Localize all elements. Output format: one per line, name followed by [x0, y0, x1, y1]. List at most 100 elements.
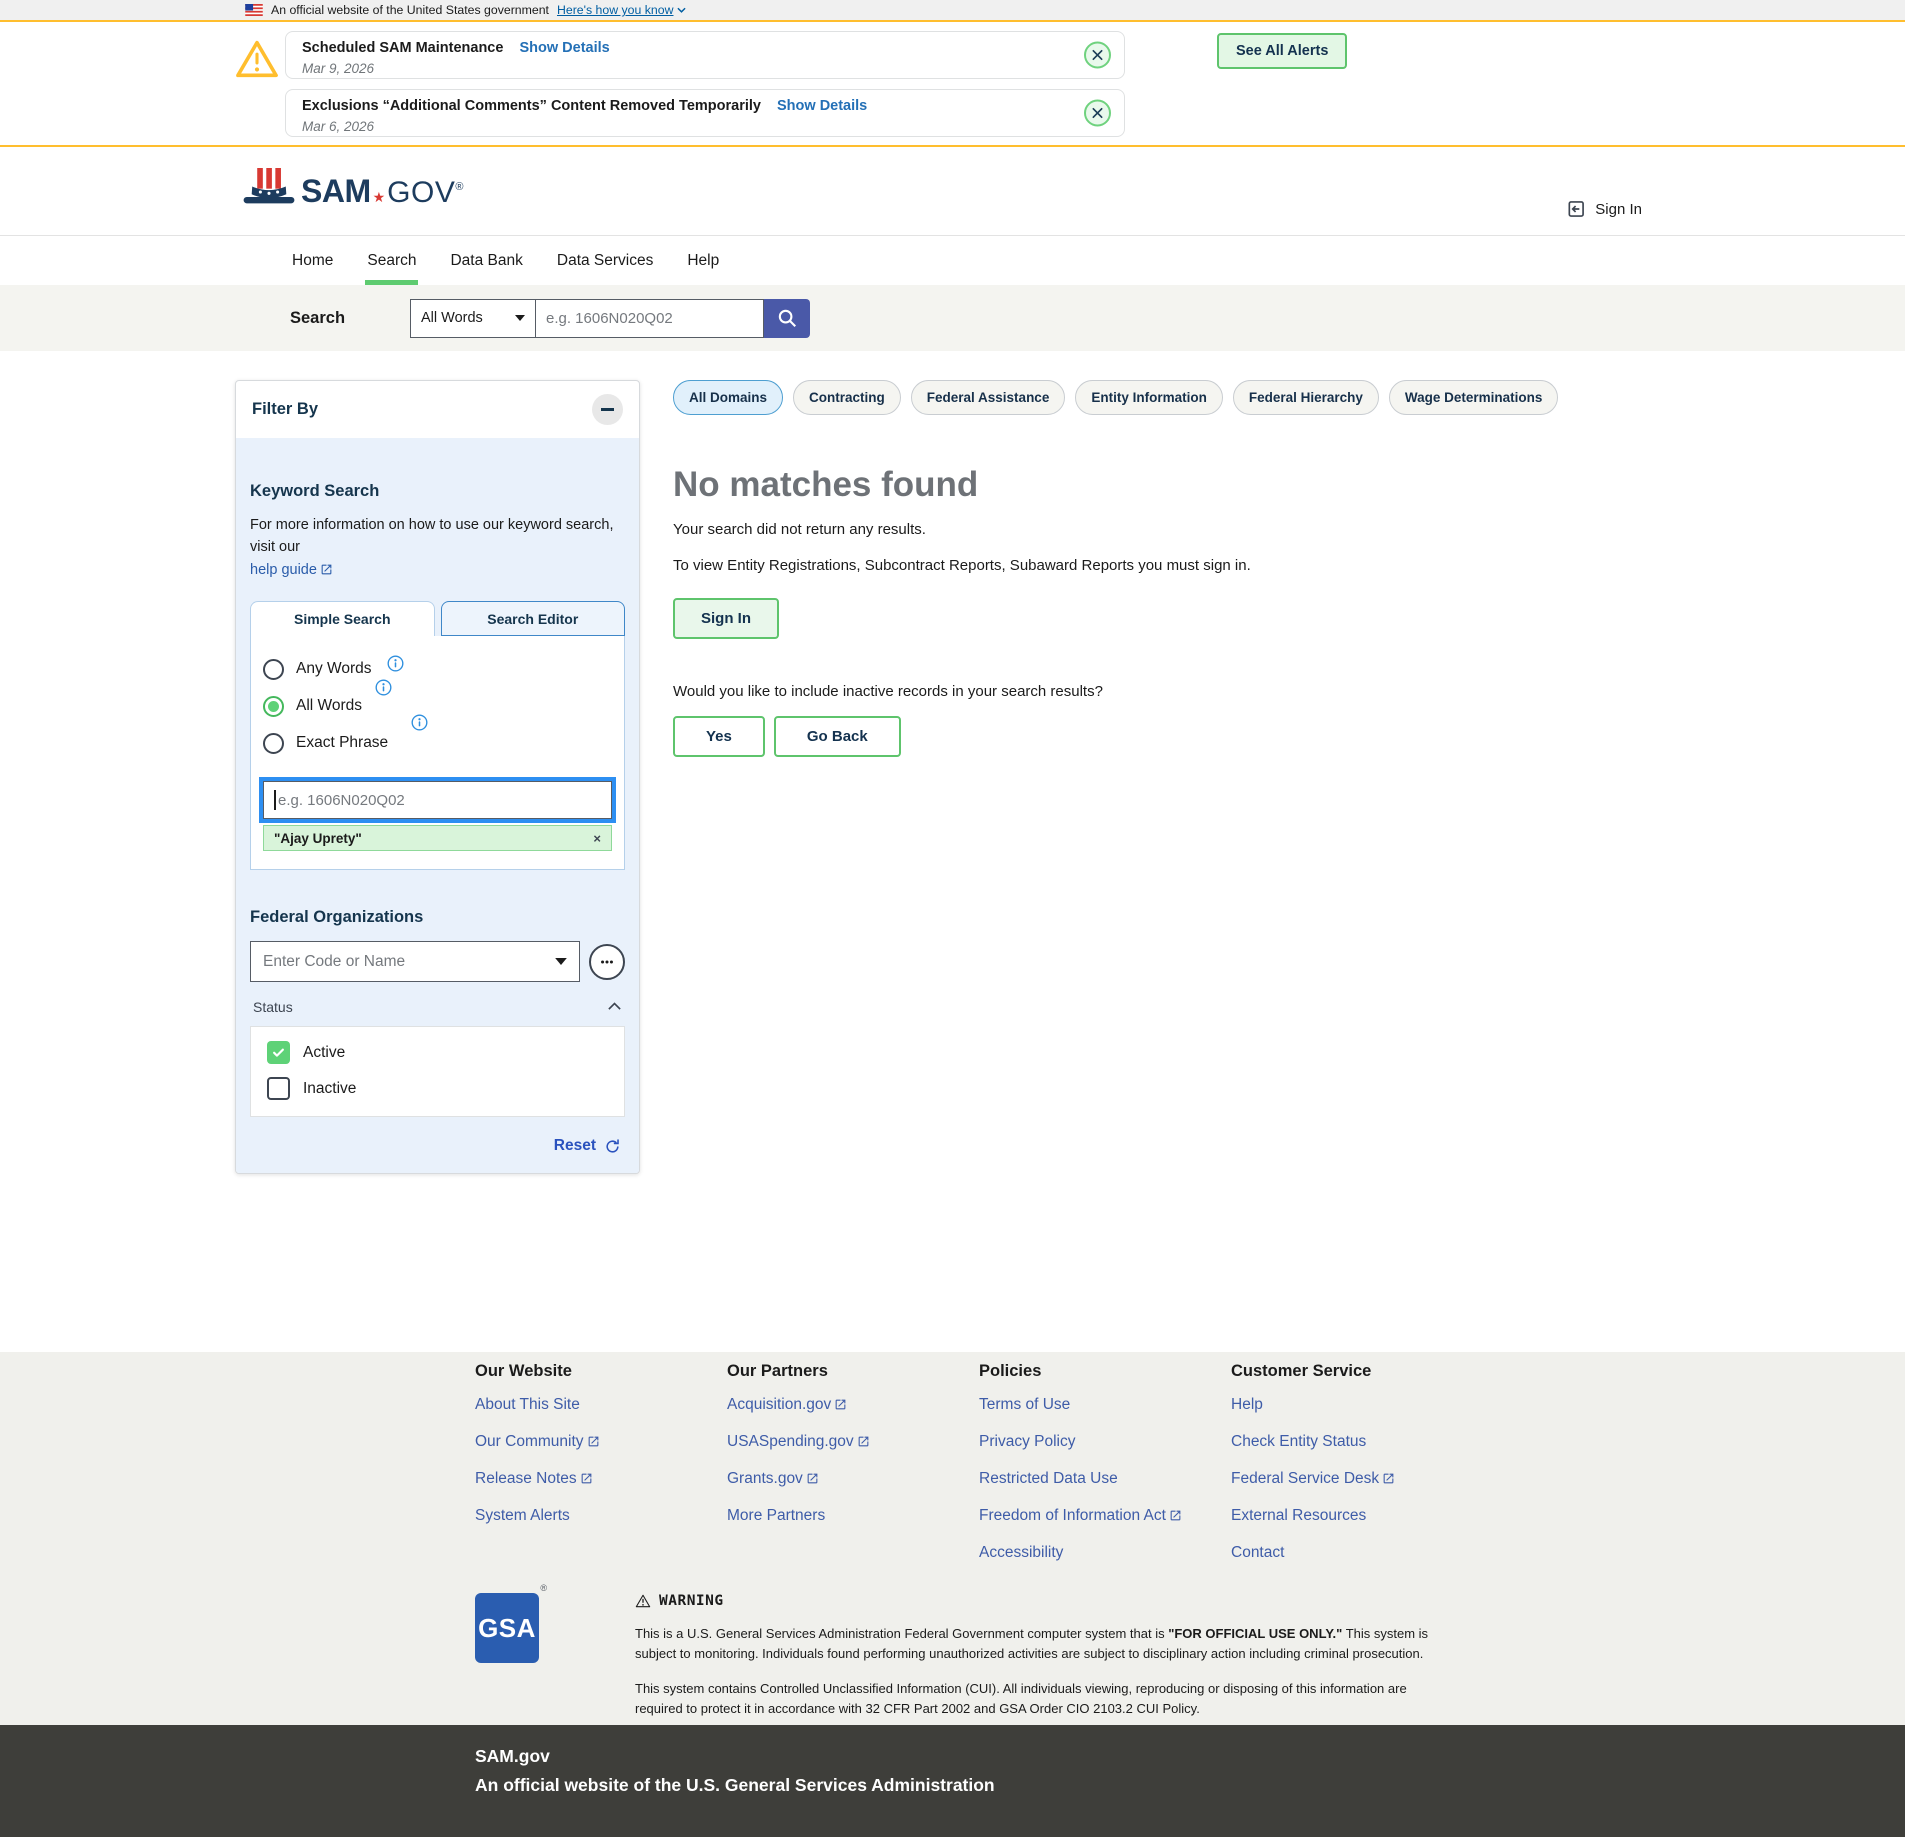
- text-caret: [274, 790, 276, 811]
- footer-link-acquisition-gov[interactable]: Acquisition.gov: [727, 1396, 847, 1413]
- federal-orgs-select[interactable]: Enter Code or Name: [250, 941, 580, 983]
- sign-in-link[interactable]: Sign In: [1566, 199, 1642, 219]
- keyword-search-heading: Keyword Search: [250, 482, 380, 500]
- check-icon: [273, 1049, 284, 1058]
- dropdown-arrow-icon: [555, 958, 567, 966]
- footer-link-help[interactable]: Help: [1231, 1396, 1263, 1413]
- keyword-input[interactable]: [263, 781, 612, 820]
- help-guide-link[interactable]: help guide: [250, 562, 333, 578]
- nav-item-data-services[interactable]: Data Services: [555, 236, 655, 285]
- ellipsis-icon: [601, 960, 613, 964]
- footer-link-external-resources[interactable]: External Resources: [1231, 1507, 1366, 1524]
- site-header: SAM ★ GOV ® Sign In: [0, 147, 1905, 235]
- pill-federal-assistance[interactable]: Federal Assistance: [910, 380, 1066, 415]
- checkbox-inactive[interactable]: [267, 1077, 290, 1101]
- close-icon: [1092, 49, 1103, 61]
- collapse-status-button[interactable]: [607, 998, 622, 1016]
- warning-block: WARNING This is a U.S. General Services …: [635, 1593, 1435, 1720]
- radio-label: All Words: [296, 697, 363, 715]
- us-flag-icon: [245, 4, 263, 16]
- keyword-chip: "Ajay Uprety" ×: [263, 825, 612, 852]
- external-link-icon: [1170, 1510, 1181, 1521]
- alerts-band: Scheduled SAM Maintenance Show Details M…: [0, 22, 1905, 147]
- info-icon[interactable]: [375, 679, 392, 701]
- yes-button[interactable]: Yes: [673, 715, 765, 757]
- footer-link-system-alerts[interactable]: System Alerts: [475, 1507, 570, 1524]
- footer-link-release-notes[interactable]: Release Notes: [475, 1470, 593, 1487]
- show-details-link[interactable]: Show Details: [777, 98, 867, 114]
- federal-orgs-more-button[interactable]: [589, 943, 625, 980]
- show-details-link[interactable]: Show Details: [519, 40, 609, 56]
- close-icon: [1092, 107, 1103, 119]
- checkbox-active[interactable]: [267, 1041, 290, 1065]
- tab-simple-search[interactable]: Simple Search: [250, 601, 435, 637]
- alert-date: Mar 6, 2026: [302, 118, 375, 134]
- search-mode-select[interactable]: All Words: [410, 298, 536, 338]
- alert-title: Scheduled SAM Maintenance: [302, 40, 504, 56]
- radio-any-words[interactable]: [263, 658, 284, 680]
- search-button[interactable]: [764, 298, 810, 338]
- footer-link-restricted-data-use[interactable]: Restricted Data Use: [979, 1470, 1118, 1487]
- alert-close-button[interactable]: [1084, 99, 1111, 127]
- chip-label: "Ajay Uprety": [274, 830, 362, 846]
- footer-link-privacy-policy[interactable]: Privacy Policy: [979, 1433, 1075, 1450]
- keyword-help-text: For more information on how to use our k…: [250, 517, 614, 578]
- collapse-filters-button[interactable]: [592, 394, 623, 425]
- external-link-icon: [1383, 1473, 1394, 1484]
- footer-link-accessibility[interactable]: Accessibility: [979, 1544, 1063, 1561]
- footer-link-terms-of-use[interactable]: Terms of Use: [979, 1396, 1070, 1413]
- login-icon: [1568, 201, 1585, 217]
- pill-entity-information[interactable]: Entity Information: [1075, 380, 1223, 415]
- info-icon[interactable]: [387, 655, 404, 677]
- pill-federal-hierarchy[interactable]: Federal Hierarchy: [1232, 380, 1379, 415]
- footer-link-about-this-site[interactable]: About This Site: [475, 1396, 580, 1413]
- go-back-button[interactable]: Go Back: [773, 715, 901, 757]
- footer-link-usaspending-gov[interactable]: USASpending.gov: [727, 1433, 870, 1450]
- footer-link-federal-service-desk[interactable]: Federal Service Desk: [1231, 1470, 1395, 1487]
- sign-in-button[interactable]: Sign In: [673, 597, 779, 639]
- footer-link-grants-gov[interactable]: Grants.gov: [727, 1470, 819, 1487]
- footer-link-contact[interactable]: Contact: [1231, 1544, 1284, 1561]
- see-all-alerts-button[interactable]: See All Alerts: [1217, 33, 1348, 69]
- how-you-know-link[interactable]: Here's how you know: [557, 3, 687, 17]
- federal-orgs-heading: Federal Organizations: [250, 908, 424, 927]
- status-label: Status: [253, 999, 293, 1016]
- alert-title: Exclusions “Additional Comments” Content…: [302, 98, 761, 114]
- search-label: Search: [290, 308, 346, 327]
- reset-filters-link[interactable]: Reset: [554, 1137, 621, 1155]
- checkbox-label: Inactive: [303, 1079, 357, 1097]
- info-icon[interactable]: [411, 714, 428, 736]
- sam-gov-logo[interactable]: SAM ★ GOV ®: [240, 164, 463, 210]
- alert-item: Scheduled SAM Maintenance Show Details M…: [285, 31, 1125, 79]
- nav-item-data-bank[interactable]: Data Bank: [448, 236, 524, 285]
- radio-all-words[interactable]: [263, 695, 284, 717]
- warning-paragraph-2: This system contains Controlled Unclassi…: [635, 1681, 1407, 1717]
- nav-item-search[interactable]: Search: [365, 236, 419, 285]
- nav-item-help[interactable]: Help: [685, 236, 721, 285]
- pill-wage-determinations[interactable]: Wage Determinations: [1388, 380, 1559, 415]
- radio-label: Exact Phrase: [296, 734, 389, 752]
- warning-icon: [635, 1594, 651, 1608]
- tab-search-editor[interactable]: Search Editor: [440, 601, 625, 637]
- warning-paragraph-1: This is a U.S. General Services Administ…: [635, 1626, 1429, 1662]
- alert-close-button[interactable]: [1084, 41, 1111, 69]
- footer-link-check-entity-status[interactable]: Check Entity Status: [1231, 1433, 1366, 1450]
- nav-item-home[interactable]: Home: [290, 236, 335, 285]
- no-results-message: Your search did not return any results.: [673, 521, 926, 538]
- footer-column-customer-service: Customer Service Help Check Entity Statu…: [1231, 1362, 1483, 1581]
- inactive-records-question: Would you like to include inactive recor…: [673, 682, 1103, 700]
- search-input[interactable]: [536, 298, 764, 338]
- radio-exact-phrase[interactable]: [263, 732, 284, 754]
- chip-remove-icon[interactable]: ×: [593, 832, 601, 845]
- footer-link-foia[interactable]: Freedom of Information Act: [979, 1507, 1182, 1524]
- pill-contracting[interactable]: Contracting: [793, 380, 901, 415]
- footer-link-our-community[interactable]: Our Community: [475, 1433, 600, 1450]
- alert-date: Mar 9, 2026: [302, 60, 375, 76]
- footer-link-more-partners[interactable]: More Partners: [727, 1507, 825, 1524]
- chevron-up-icon: [608, 1002, 621, 1011]
- pill-all-domains[interactable]: All Domains: [673, 380, 784, 415]
- reset-icon: [606, 1139, 619, 1153]
- footer-column-heading: Our Partners: [727, 1362, 828, 1380]
- sign-in-note: To view Entity Registrations, Subcontrac…: [673, 557, 1251, 574]
- chevron-down-icon: [677, 7, 687, 13]
